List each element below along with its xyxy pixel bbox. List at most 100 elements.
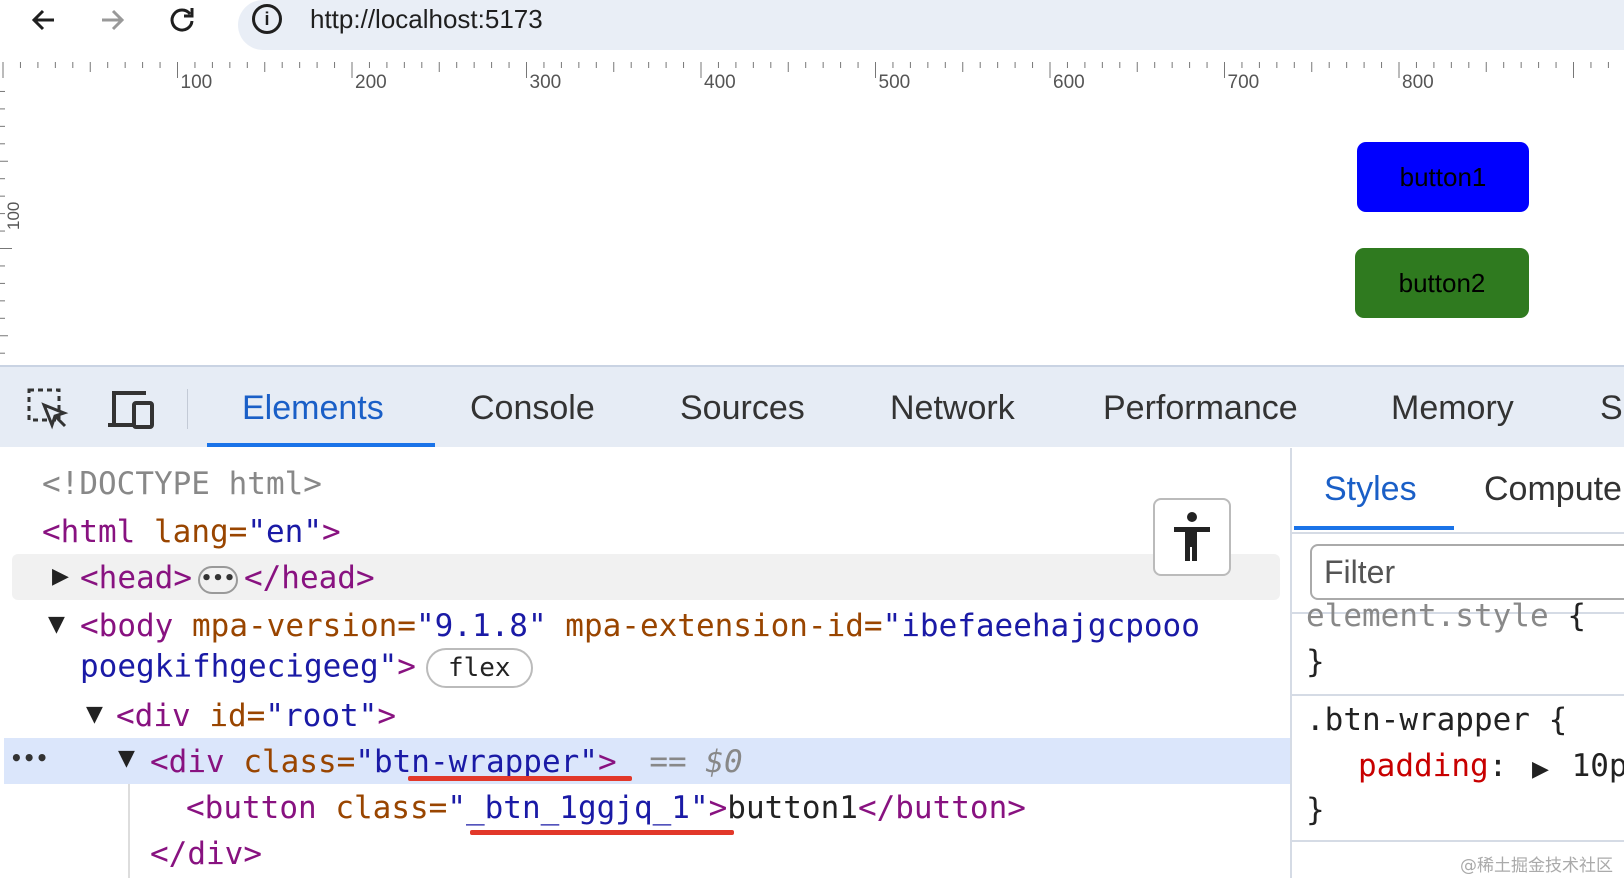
button1[interactable]: button1 (1357, 142, 1529, 212)
inspect-element-icon[interactable] (26, 387, 70, 436)
active-styles-tab-indicator (1294, 526, 1454, 530)
wrapper-attr-value: btn-wrapper (373, 744, 580, 780)
doctype-text: <!DOCTYPE html> (42, 466, 322, 502)
styles-divider (1292, 840, 1624, 842)
dom-div-end-line[interactable]: </div> (0, 830, 1290, 876)
styles-divider (1292, 532, 1624, 534)
wrapper-attr-quote: " (579, 744, 598, 780)
reload-button[interactable] (158, 0, 206, 40)
html-attr-value: "en" (247, 514, 322, 550)
expand-shorthand-icon[interactable]: ▶ (1532, 757, 1549, 782)
arrow-left-icon (31, 9, 54, 31)
ruler-label: 200 (355, 72, 387, 93)
root-div-tag-close: > (377, 698, 396, 734)
tab-performance[interactable]: Performance (1103, 389, 1298, 428)
row-actions-dots[interactable]: ••• (10, 746, 48, 770)
devtools-tabbar: Elements Console Sources Network Perform… (0, 365, 1624, 447)
wrapper-attr: class= (243, 744, 356, 780)
address-bar[interactable]: i http://localhost:5173 (238, 0, 1624, 50)
tab-network[interactable]: Network (890, 389, 1015, 428)
styles-panel: Styles Compute Filter element.style { } … (1290, 448, 1624, 878)
button-tag-close: > (708, 790, 728, 826)
wrapper-div-tag-close: > (597, 744, 617, 780)
accessibility-tree-button[interactable] (1153, 498, 1231, 576)
collapse-triangle-icon[interactable]: ▼ (48, 612, 65, 637)
ruler-label: 100 (180, 72, 213, 93)
root-div-tag: <div (116, 698, 191, 734)
dom-body-line[interactable]: ▼ <body mpa-version="9.1.8" mpa-extensio… (0, 602, 1290, 648)
styles-filter-input[interactable]: Filter (1310, 544, 1624, 600)
tab-sources[interactable]: Sources (680, 389, 805, 428)
dom-button-line[interactable]: <button class="_btn_1ggjq_1">button1</bu… (0, 784, 1290, 830)
back-button[interactable] (20, 0, 68, 40)
button-tag: <button (186, 790, 317, 826)
ruler-label: 300 (529, 72, 562, 93)
tab-overflow[interactable]: S (1600, 389, 1623, 428)
browser-toolbar: i http://localhost:5173 (0, 0, 1624, 50)
dom-doctype-line[interactable]: <!DOCTYPE html> (0, 460, 1290, 506)
tab-console[interactable]: Console (470, 389, 595, 428)
collapse-triangle-icon[interactable]: ▼ (118, 746, 135, 771)
button-text-node: button1 (727, 790, 858, 826)
body-tag: <body (80, 608, 174, 644)
rule2-value[interactable]: 10p (1572, 748, 1624, 784)
body-attr-version: mpa-version= (192, 608, 416, 644)
dom-root-line[interactable]: ▼ <div id="root"> (0, 692, 1290, 738)
div-end-tag: </div> (150, 836, 262, 872)
device-toggle-icon[interactable] (106, 387, 156, 436)
wrapper-div-tag: <div (150, 744, 225, 780)
dom-wrapper-line-selected[interactable]: ••• ▼ <div class="btn-wrapper"> == $0 (4, 738, 1290, 784)
ruler-label: 400 (704, 72, 736, 93)
dom-head-line[interactable]: ▶ <head> ••• </head> (12, 554, 1280, 600)
arrow-right-icon (102, 9, 125, 31)
rule1-close-brace: } (1306, 644, 1325, 680)
wrapper-attr-quote: " (355, 744, 374, 780)
tab-computed[interactable]: Compute (1484, 470, 1622, 509)
rule1-selector[interactable]: element.style (1306, 598, 1549, 634)
rule2-property[interactable]: padding (1358, 748, 1489, 784)
styles-divider (1292, 694, 1624, 696)
flex-badge[interactable]: flex (425, 648, 533, 688)
dom-body-line-cont[interactable]: poegkifhgecigeeg"> flex (0, 646, 1290, 692)
wrapper-value-underline (408, 776, 632, 781)
vertical-ruler-label: 100 (4, 201, 23, 230)
selected-ref: $0 (705, 744, 743, 780)
toolbar-separator (187, 389, 188, 429)
ruler-label: 500 (878, 72, 911, 93)
body-attr-extension-value-1: "ibefaeehajgcpooo (882, 608, 1200, 644)
forward-button[interactable] (88, 0, 136, 40)
button2[interactable]: button2 (1355, 248, 1529, 318)
rule1-open-brace: { (1567, 598, 1586, 634)
dom-html-line[interactable]: <html lang="en"> (0, 508, 1290, 554)
button-attr: class= (335, 790, 448, 826)
rule2-close-brace: } (1306, 792, 1325, 828)
ruler-label: 800 (1402, 72, 1434, 93)
tab-styles[interactable]: Styles (1324, 470, 1417, 509)
rule2-open-brace: { (1548, 702, 1568, 738)
watermark: @稀土掘金技术社区 (1460, 856, 1613, 876)
root-attr-value: "root" (265, 698, 378, 734)
collapsed-dots-badge[interactable]: ••• (197, 565, 238, 594)
elements-panel: <!DOCTYPE html> <html lang="en"> ▶ <head… (0, 448, 1290, 878)
info-icon[interactable]: i (252, 4, 282, 34)
html-attr: lang= (154, 514, 248, 550)
tab-memory[interactable]: Memory (1391, 389, 1514, 428)
body-tag-close: > (397, 648, 416, 685)
tab-elements[interactable]: Elements (242, 389, 384, 428)
page-viewport: 100 200 300 400 500 600 700 800 100 button1 but… (0, 62, 1624, 364)
rule2-colon: : (1488, 748, 1508, 784)
head-tag: <head> (80, 560, 192, 596)
accessibility-icon (1174, 512, 1210, 561)
html-tag-close: > (321, 514, 341, 550)
collapse-triangle-icon[interactable]: ▼ (86, 702, 103, 727)
horizontal-ruler (2, 62, 1609, 78)
head-tag-close: </head> (243, 560, 375, 596)
body-attr-extension-value-2: poegkifhgecigeeg" (80, 648, 398, 685)
reload-icon (170, 8, 194, 32)
expand-triangle-icon[interactable]: ▶ (52, 564, 69, 589)
rule2-selector[interactable]: .btn-wrapper (1306, 702, 1530, 738)
url-text[interactable]: http://localhost:5173 (310, 4, 543, 35)
button-attr-value: "_btn_1ggjq_1" (447, 790, 709, 826)
ruler-label: 600 (1053, 72, 1085, 93)
selected-eq: == (649, 744, 687, 780)
